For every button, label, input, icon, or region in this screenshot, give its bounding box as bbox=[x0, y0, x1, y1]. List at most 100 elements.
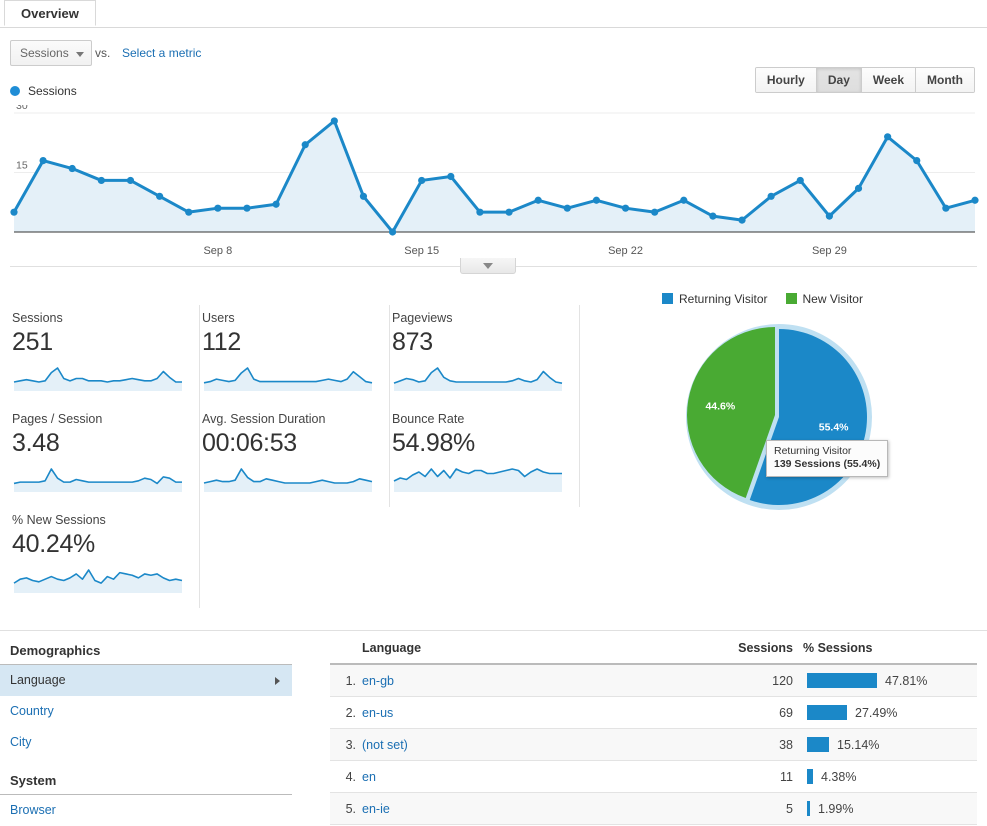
metric-card-label: % New Sessions bbox=[12, 513, 106, 527]
metric-card-label: Pageviews bbox=[392, 311, 453, 325]
table-row[interactable]: 2. en-us 69 27.49% bbox=[330, 696, 977, 729]
row-pct-sessions-cell: 27.49% bbox=[803, 696, 977, 729]
row-index: 2. bbox=[330, 696, 362, 729]
granularity-month-button[interactable]: Month bbox=[916, 68, 974, 92]
row-index: 3. bbox=[330, 728, 362, 761]
chevron-down-icon bbox=[75, 52, 84, 57]
metric-card[interactable]: Sessions 251 bbox=[10, 305, 200, 406]
metric-card-value: 3.48 bbox=[12, 429, 60, 457]
sidebar-item-country[interactable]: Country bbox=[0, 696, 292, 727]
column-index bbox=[330, 638, 362, 665]
tab-overview[interactable]: Overview bbox=[4, 0, 96, 26]
column-header-sessions[interactable]: Sessions bbox=[715, 638, 803, 665]
pie-legend-label: New Visitor bbox=[802, 292, 863, 306]
pct-text: 47.81% bbox=[885, 673, 928, 688]
pct-text: 4.38% bbox=[821, 769, 857, 784]
column-header-pct-sessions[interactable]: % Sessions bbox=[803, 638, 977, 665]
metric-card[interactable]: Avg. Session Duration 00:06:53 bbox=[200, 406, 390, 507]
pct-text: 15.14% bbox=[837, 737, 880, 752]
row-index: 1. bbox=[330, 664, 362, 697]
row-sessions-cell: 5 bbox=[715, 792, 803, 825]
row-pct-sessions-cell: 15.14% bbox=[803, 728, 977, 761]
granularity-week-button[interactable]: Week bbox=[861, 68, 917, 92]
row-pct-sessions-cell: 4.38% bbox=[803, 760, 977, 793]
metric-card-row: Pages / Session 3.48 Avg. Session Duration… bbox=[10, 406, 590, 507]
metric-card-label: Users bbox=[202, 311, 235, 325]
vs-label: vs. bbox=[95, 46, 111, 60]
pie-slice-label: 55.4% bbox=[819, 421, 849, 433]
row-language-cell: en-gb bbox=[362, 664, 715, 697]
metric-card-label: Sessions bbox=[12, 311, 63, 325]
pie-tooltip-value: 139 Sessions (55.4%) bbox=[774, 458, 881, 470]
table-row[interactable]: 4. en 11 4.38% bbox=[330, 760, 977, 793]
column-header-language[interactable]: Language bbox=[362, 638, 715, 665]
metric-card[interactable]: Bounce Rate 54.98% bbox=[390, 406, 580, 507]
metric-card-value: 251 bbox=[12, 328, 53, 356]
pct-bar bbox=[807, 673, 877, 688]
sidebar-item-label: Country bbox=[10, 704, 54, 718]
pct-bar bbox=[807, 801, 810, 816]
metric-card-value: 54.98% bbox=[392, 429, 475, 457]
pct-text: 1.99% bbox=[818, 801, 854, 816]
metric-card-label: Bounce Rate bbox=[392, 412, 465, 426]
sidebar-item-label: City bbox=[10, 735, 32, 749]
language-link[interactable]: en-us bbox=[362, 706, 393, 720]
pie-tooltip-title: Returning Visitor bbox=[774, 445, 852, 457]
sessions-line-chart[interactable]: 15 30 Sep 8 Sep 15 Sep 22 Sep 29 bbox=[0, 105, 987, 265]
select-a-metric-link[interactable]: Select a metric bbox=[122, 46, 201, 60]
granularity-hourly-button[interactable]: Hourly bbox=[755, 68, 817, 92]
row-index: 4. bbox=[330, 760, 362, 793]
metric-card[interactable]: % New Sessions 40.24% bbox=[10, 507, 200, 608]
pct-bar bbox=[807, 769, 813, 784]
visitor-type-pie-chart[interactable]: 55.4% 44.6% bbox=[660, 310, 890, 533]
metric-card-sparkline bbox=[13, 569, 183, 593]
granularity-day-button[interactable]: Day bbox=[816, 68, 862, 92]
metric-card-row: Sessions 251 Users 112 Pageviews 873 bbox=[10, 305, 590, 406]
bottom-divider bbox=[0, 630, 987, 631]
pct-text: 27.49% bbox=[855, 705, 898, 720]
row-index: 5. bbox=[330, 792, 362, 825]
sidebar-item-label: Language bbox=[10, 673, 66, 687]
metric-card-sparkline bbox=[203, 468, 373, 492]
table-row[interactable]: 5. en-ie 5 1.99% bbox=[330, 792, 977, 825]
sidebar-item-city[interactable]: City bbox=[0, 727, 292, 758]
metric-card-value: 40.24% bbox=[12, 530, 95, 558]
demographics-panel: Demographics Language Country City System … bbox=[0, 638, 292, 826]
sidebar-item-label: Browser bbox=[10, 803, 56, 817]
row-sessions-cell: 11 bbox=[715, 760, 803, 793]
tab-strip: Overview bbox=[0, 0, 987, 28]
pie-legend-swatch-icon bbox=[785, 293, 797, 304]
row-pct-sessions-cell: 1.99% bbox=[803, 792, 977, 825]
metric-card-label: Avg. Session Duration bbox=[202, 412, 326, 426]
row-sessions-cell: 38 bbox=[715, 728, 803, 761]
language-table: Language Sessions % Sessions 1. en-gb 120 4… bbox=[330, 638, 977, 825]
svg-text:Sep 8: Sep 8 bbox=[203, 245, 232, 257]
svg-text:15: 15 bbox=[16, 160, 28, 172]
svg-text:Sep 22: Sep 22 bbox=[608, 245, 643, 257]
pie-legend-item[interactable]: New Visitor bbox=[785, 292, 863, 306]
metric-select-dropdown[interactable]: Sessions bbox=[10, 40, 92, 66]
row-language-cell: en-us bbox=[362, 696, 715, 729]
table-header-row: Language Sessions % Sessions bbox=[330, 638, 977, 665]
pie-legend-item[interactable]: Returning Visitor bbox=[662, 292, 768, 306]
row-sessions-cell: 120 bbox=[715, 664, 803, 697]
chart-expand-handle[interactable] bbox=[460, 258, 516, 274]
language-table-panel: Language Sessions % Sessions 1. en-gb 120 4… bbox=[330, 638, 977, 825]
granularity-segmented-control: Hourly Day Week Month bbox=[754, 67, 975, 93]
language-link[interactable]: en-ie bbox=[362, 802, 390, 816]
metric-card[interactable]: Pageviews 873 bbox=[390, 305, 580, 406]
metric-card-sparkline bbox=[393, 468, 562, 492]
line-chart-legend: Sessions bbox=[10, 84, 77, 98]
language-link[interactable]: (not set) bbox=[362, 738, 408, 752]
table-row[interactable]: 1. en-gb 120 47.81% bbox=[330, 664, 977, 697]
row-language-cell: (not set) bbox=[362, 728, 715, 761]
language-link[interactable]: en bbox=[362, 770, 376, 784]
table-row[interactable]: 3. (not set) 38 15.14% bbox=[330, 728, 977, 761]
system-header: System bbox=[0, 768, 292, 795]
metric-card[interactable]: Pages / Session 3.48 bbox=[10, 406, 200, 507]
sidebar-item-language[interactable]: Language bbox=[0, 665, 292, 696]
language-link[interactable]: en-gb bbox=[362, 674, 394, 688]
metric-card[interactable]: Users 112 bbox=[200, 305, 390, 406]
svg-text:30: 30 bbox=[16, 105, 28, 112]
metric-card-value: 873 bbox=[392, 328, 433, 356]
